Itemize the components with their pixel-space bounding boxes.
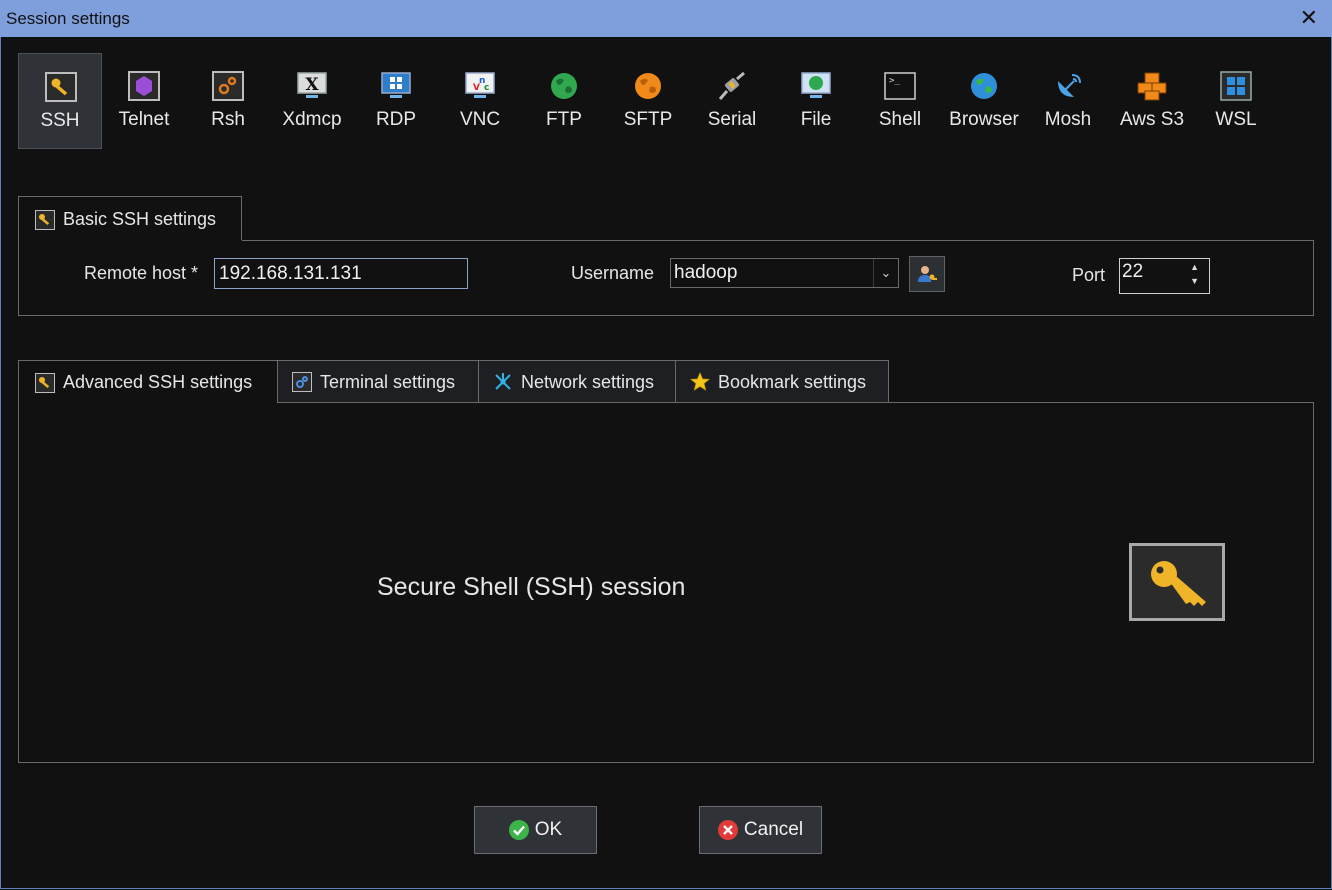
session-type-rdp[interactable]: RDP: [354, 53, 438, 149]
session-type-label: Aws S3: [1119, 109, 1185, 130]
cancel-x-icon: [717, 820, 738, 840]
ok-label: OK: [534, 819, 563, 840]
tab-label: Terminal settings: [320, 371, 456, 392]
tab-network-settings[interactable]: Network settings: [478, 360, 676, 403]
session-type-label: Browser: [949, 109, 1019, 130]
key-icon: [1151, 561, 1206, 606]
spin-up-icon[interactable]: ▲: [1190, 262, 1199, 272]
username-value: hadoop: [674, 262, 738, 283]
x-monitor-icon: X: [297, 72, 327, 98]
session-description: Secure Shell (SSH) session: [377, 573, 686, 601]
session-type-label: Xdmcp: [282, 109, 342, 130]
session-type-label: Serial: [707, 109, 757, 130]
svg-text:>_: >_: [889, 76, 900, 86]
satellite-dish-icon: [1058, 74, 1081, 97]
chevron-down-icon[interactable]: ⌄: [873, 259, 898, 287]
session-type-aws-s3[interactable]: Aws S3: [1110, 53, 1194, 149]
port-spinbox[interactable]: 22 ▲ ▼: [1119, 258, 1210, 294]
session-type-label: RDP: [375, 109, 417, 130]
tab-basic-ssh-settings[interactable]: Basic SSH settings: [18, 196, 242, 242]
tab-bookmark-settings[interactable]: Bookmark settings: [675, 360, 889, 403]
orange-globe-icon: [635, 73, 661, 99]
spin-down-icon[interactable]: ▼: [1190, 276, 1199, 286]
session-type-label: VNC: [459, 109, 501, 130]
user-key-icon: [918, 266, 937, 282]
session-type-label: FTP: [546, 109, 582, 130]
session-type-ssh[interactable]: SSH: [18, 53, 102, 149]
session-type-label: WSL: [1215, 109, 1257, 130]
session-type-label: Shell: [878, 109, 922, 130]
cancel-button[interactable]: Cancel: [699, 806, 822, 854]
ssh-key-logo: [1129, 543, 1225, 621]
browser-globe-icon: [971, 73, 997, 99]
rdp-monitor-icon: [381, 72, 411, 98]
session-type-rsh[interactable]: Rsh: [186, 53, 270, 149]
session-type-file[interactable]: File: [774, 53, 858, 149]
close-icon[interactable]: ✕: [1300, 6, 1318, 30]
remote-host-label: Remote host *: [84, 263, 199, 283]
cancel-label: Cancel: [743, 819, 804, 840]
session-type-xdmcp[interactable]: X Xdmcp: [270, 53, 354, 149]
key-icon: [35, 372, 55, 393]
svg-text:X: X: [305, 75, 319, 95]
globe-icon: [551, 73, 577, 99]
svg-text:c: c: [484, 83, 489, 93]
gear-icon: [292, 372, 312, 392]
tab-label: Bookmark settings: [718, 371, 867, 392]
serial-plug-icon: [718, 71, 745, 100]
windows-icon: [1220, 71, 1252, 101]
key-icon: [35, 209, 55, 230]
session-type-label: File: [800, 109, 832, 130]
session-type-serial[interactable]: Serial: [690, 53, 774, 149]
session-type-telnet[interactable]: Telnet: [102, 53, 186, 149]
session-type-label: Mosh: [1044, 109, 1092, 130]
username-label: Username: [571, 263, 655, 283]
network-star-icon: [495, 373, 511, 390]
rsh-icon: [212, 71, 244, 101]
vnc-monitor-icon: V n c: [465, 72, 495, 98]
session-type-label: SSH: [40, 110, 80, 131]
session-type-browser[interactable]: Browser: [942, 53, 1026, 149]
active-tab-joiner: [19, 401, 277, 404]
window-title: Session settings: [6, 9, 130, 28]
session-type-shell[interactable]: >_ Shell: [858, 53, 942, 149]
session-type-sftp[interactable]: SFTP: [606, 53, 690, 149]
panel-top-edge: [242, 240, 1313, 241]
session-type-label: SFTP: [623, 109, 673, 130]
check-icon: [508, 820, 529, 840]
cubes-icon: [1137, 72, 1167, 101]
remote-host-input[interactable]: [214, 258, 468, 289]
ok-button[interactable]: OK: [474, 806, 597, 854]
user-credentials-button[interactable]: [909, 256, 945, 292]
port-value: 22: [1122, 261, 1144, 282]
telnet-icon: [128, 71, 160, 101]
tab-label: Advanced SSH settings: [63, 372, 253, 392]
session-type-mosh[interactable]: Mosh: [1026, 53, 1110, 149]
port-label: Port: [1072, 265, 1106, 285]
star-icon: [690, 372, 710, 391]
key-icon: [45, 72, 77, 102]
username-combobox[interactable]: hadoop ⌄: [670, 258, 899, 288]
session-type-label: Rsh: [211, 109, 245, 130]
session-type-vnc[interactable]: V n c VNC: [438, 53, 522, 149]
session-type-label: Telnet: [118, 109, 170, 130]
tab-label: Network settings: [521, 371, 655, 392]
tab-label: Basic SSH settings: [63, 209, 217, 229]
tab-terminal-settings[interactable]: Terminal settings: [277, 360, 479, 403]
tab-advanced-ssh-settings[interactable]: Advanced SSH settings: [18, 360, 278, 404]
terminal-icon: >_: [884, 72, 916, 100]
file-monitor-icon: [801, 72, 831, 98]
session-type-wsl[interactable]: WSL: [1194, 53, 1278, 149]
title-bar: Session settings ✕: [0, 0, 1332, 37]
session-type-ftp[interactable]: FTP: [522, 53, 606, 149]
